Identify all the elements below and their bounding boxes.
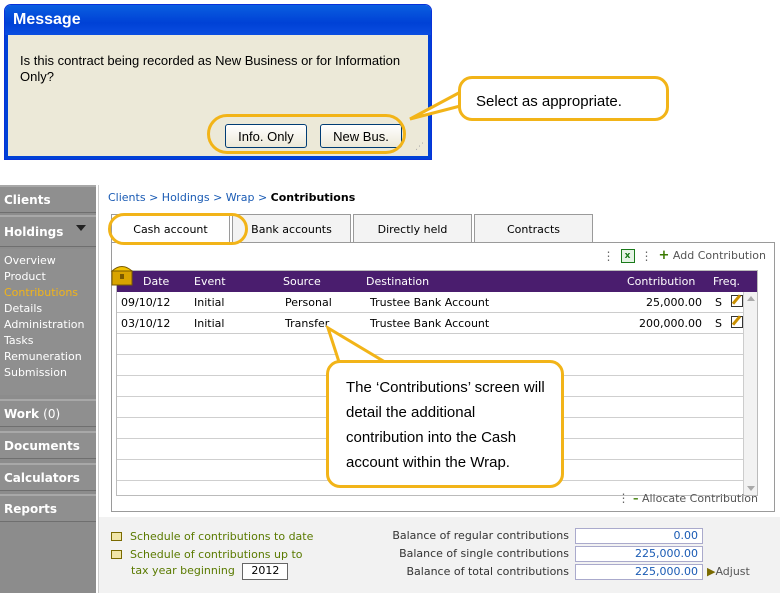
info-only-button[interactable]: Info. Only: [225, 124, 307, 148]
col-date[interactable]: Date: [143, 275, 169, 288]
nav-documents[interactable]: Documents: [0, 431, 96, 459]
cell-date: 03/10/12: [121, 317, 171, 330]
minus-icon: –: [632, 492, 639, 505]
nav-work[interactable]: Work (0): [0, 399, 96, 427]
callout-select: Select as appropriate.: [458, 76, 669, 121]
excel-export-icon[interactable]: x: [620, 248, 635, 263]
nav-reports[interactable]: Reports: [0, 494, 96, 522]
table-header: Date Event Source Destination Contributi…: [110, 266, 757, 292]
add-contribution-label: Add Contribution: [672, 249, 766, 262]
schedule-up-to-label: Schedule of contributions up to: [130, 548, 303, 561]
plus-icon: +: [658, 248, 670, 263]
tab-cash-account[interactable]: Cash account: [111, 214, 230, 243]
nav-holdings-label: Holdings: [4, 225, 64, 239]
breadcrumb-holdings[interactable]: Holdings: [162, 191, 210, 204]
adjust-button[interactable]: ▶Adjust: [707, 565, 750, 578]
balance-single-label: Balance of single contributions: [399, 547, 569, 560]
breadcrumb-sep: >: [257, 191, 268, 204]
balance-regular-label: Balance of regular contributions: [392, 529, 569, 542]
schedule-to-date-link[interactable]: Schedule of contributions to date: [111, 530, 313, 543]
table-scrollbar[interactable]: [743, 292, 757, 495]
resize-grip-icon[interactable]: ⋰: [415, 142, 424, 152]
tab-contracts[interactable]: Contracts: [474, 214, 593, 243]
add-contribution-button[interactable]: + Add Contribution: [659, 248, 767, 263]
schedule-up-to-link[interactable]: Schedule of contributions up to: [111, 548, 303, 561]
cell-event: Initial: [194, 296, 225, 309]
nav-sub-overview[interactable]: Overview: [4, 253, 96, 269]
breadcrumb-sep: >: [213, 191, 223, 204]
nav-work-label: Work: [4, 407, 39, 421]
breadcrumb: Clients > Holdings > Wrap > Contribution…: [108, 191, 355, 204]
cell-contribution: 200,000.00: [639, 317, 702, 330]
cell-event: Initial: [194, 317, 225, 330]
nav-clients[interactable]: Clients: [0, 185, 96, 213]
nav-calculators[interactable]: Calculators: [0, 463, 96, 491]
breadcrumb-wrap[interactable]: Wrap: [226, 191, 255, 204]
callout-contributions: The ‘Contributions’ screen will detail t…: [326, 360, 564, 488]
cell-source: Personal: [285, 296, 332, 309]
nav-sub-administration[interactable]: Administration: [4, 317, 96, 333]
cell-freq: S: [715, 317, 722, 330]
cell-date: 09/10/12: [121, 296, 171, 309]
nav-holdings-submenu: Overview Product Contributions Details A…: [0, 249, 96, 395]
nav-sub-tasks[interactable]: Tasks: [4, 333, 96, 349]
nav-sub-remuneration[interactable]: Remuneration: [4, 349, 96, 365]
printer-icon: [111, 550, 122, 559]
col-contribution[interactable]: Contribution: [627, 275, 695, 288]
tab-bank-accounts[interactable]: Bank accounts: [232, 214, 351, 243]
new-business-button[interactable]: New Bus.: [320, 124, 402, 148]
tax-year-input[interactable]: 2012: [242, 563, 289, 580]
treasure-chest-icon: [110, 266, 134, 286]
nav-holdings[interactable]: Holdings: [0, 215, 96, 247]
tab-bar: Cash account Bank accounts Directly held…: [111, 214, 595, 243]
breadcrumb-current: Contributions: [270, 191, 356, 204]
toolbar-separator-icon: ⋮: [617, 491, 630, 505]
balance-single-value: 225,000.00: [575, 546, 703, 562]
chevron-down-icon[interactable]: [76, 225, 86, 231]
col-event[interactable]: Event: [194, 275, 226, 288]
adjust-label: Adjust: [715, 565, 750, 578]
table-row[interactable]: 09/10/12 Initial Personal Trustee Bank A…: [117, 292, 757, 313]
dialog-body: Is this contract being recorded as New B…: [5, 35, 431, 159]
col-source[interactable]: Source: [283, 275, 321, 288]
balance-regular-value: 0.00: [575, 528, 703, 544]
edit-icon[interactable]: [731, 316, 743, 328]
cell-source: Transfer: [285, 317, 330, 330]
edit-icon[interactable]: [731, 295, 743, 307]
balance-total-value: 225,000.00: [575, 564, 703, 580]
tax-year-label: tax year beginning: [131, 564, 235, 577]
scroll-up-icon[interactable]: [747, 296, 755, 301]
col-destination[interactable]: Destination: [366, 275, 429, 288]
schedule-tax-year: tax year beginning 2012: [131, 563, 289, 580]
tab-directly-held[interactable]: Directly held: [353, 214, 472, 243]
toolbar-separator-icon: ⋮: [602, 248, 615, 263]
allocate-contribution-button[interactable]: ⋮ – Allocate Contribution: [617, 491, 758, 505]
breadcrumb-sep: >: [149, 191, 159, 204]
nav-sub-submission[interactable]: Submission: [4, 365, 96, 381]
toolbar-separator-icon: ⋮: [640, 248, 653, 263]
left-nav: Clients Holdings Overview Product Contri…: [0, 185, 96, 593]
dialog-title: Message: [5, 5, 431, 35]
col-freq[interactable]: Freq.: [713, 275, 740, 288]
footer-summary: Schedule of contributions to date Schedu…: [99, 517, 780, 593]
nav-sub-details[interactable]: Details: [4, 301, 96, 317]
cell-freq: S: [715, 296, 722, 309]
cell-destination: Trustee Bank Account: [370, 296, 490, 309]
nav-work-count: (0): [43, 407, 61, 421]
nav-sub-product[interactable]: Product: [4, 269, 96, 285]
message-dialog: Message Is this contract being recorded …: [4, 4, 432, 160]
cell-contribution: 25,000.00: [646, 296, 702, 309]
balance-total-label: Balance of total contributions: [406, 565, 569, 578]
printer-icon: [111, 532, 122, 541]
dialog-text: Is this contract being recorded as New B…: [20, 53, 401, 84]
schedule-to-date-label: Schedule of contributions to date: [130, 530, 314, 543]
nav-sub-contributions[interactable]: Contributions: [4, 285, 96, 301]
toolbar: ⋮ x ⋮ + Add Contribution: [603, 248, 767, 263]
allocate-contribution-label: Allocate Contribution: [641, 492, 758, 505]
breadcrumb-clients[interactable]: Clients: [108, 191, 146, 204]
